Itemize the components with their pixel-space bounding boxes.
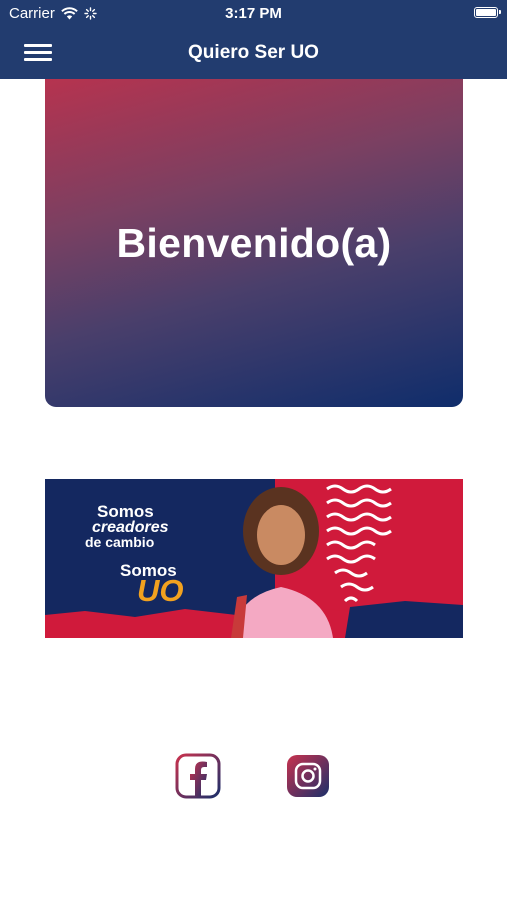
facebook-icon[interactable] bbox=[175, 753, 221, 799]
page-title: Quiero Ser UO bbox=[188, 42, 319, 63]
navigation-bar: Quiero Ser UO bbox=[0, 28, 507, 79]
status-time: 3:17 PM bbox=[225, 5, 282, 22]
banner-text-uo: UO bbox=[137, 573, 184, 608]
battery-icon bbox=[474, 7, 501, 18]
promo-banner[interactable]: Somos creadores de cambio Somos UO bbox=[45, 479, 463, 638]
welcome-heading: Bienvenido(a) bbox=[116, 219, 392, 266]
status-bar: Carrier 3:17 PM bbox=[0, 0, 507, 28]
banner-text-de-cambio: de cambio bbox=[85, 534, 155, 550]
welcome-card: Bienvenido(a) bbox=[45, 79, 463, 407]
instagram-icon[interactable] bbox=[285, 753, 331, 799]
